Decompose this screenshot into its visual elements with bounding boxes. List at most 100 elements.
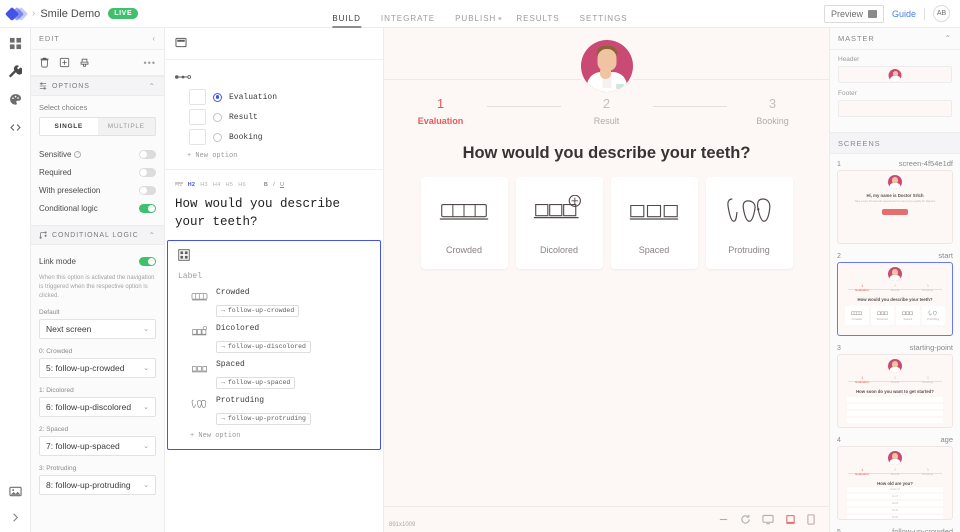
block-choice-selected[interactable]: Label Crowded → follow-up-crowded Dicolo… xyxy=(167,240,381,451)
block-heading[interactable]: H1 H2 H3 H4 H5 H6 B I U How would you de… xyxy=(165,170,383,240)
choice-mode-multiple[interactable]: MULTIPLE xyxy=(98,118,156,135)
bold-button[interactable]: B xyxy=(264,182,268,188)
desktop-view-icon[interactable] xyxy=(762,514,774,525)
progress-option-row[interactable]: Result xyxy=(189,109,373,125)
code-icon[interactable] xyxy=(8,120,22,134)
block-progress[interactable]: Evaluation Result Booking + New option xyxy=(165,60,383,170)
choice-option-name[interactable]: Protruding xyxy=(216,396,311,405)
screen-item[interactable]: 2 start 1 Evaluation 2 Result 3 Booking How… xyxy=(837,251,953,336)
radio-evaluation[interactable] xyxy=(213,92,222,102)
conditional-logic-section-header[interactable]: CONDITIONAL LOGIC ⌃ xyxy=(31,225,164,245)
brush-icon[interactable] xyxy=(79,57,90,68)
heading-level-h4[interactable]: H4 xyxy=(213,182,221,188)
guide-link[interactable]: Guide xyxy=(892,9,916,19)
choice-option-link[interactable]: → follow-up-discolored xyxy=(216,340,311,353)
master-header-preview[interactable] xyxy=(838,66,952,83)
screen-item[interactable]: 1 screen-4f54e1df Hi, my name is Doctor … xyxy=(837,159,953,244)
heading-level-h6[interactable]: H6 xyxy=(238,182,246,188)
screen-thumbnail[interactable]: 1 Evaluation 2 Result 3 Booking How soon do… xyxy=(837,354,953,428)
app-logo[interactable] xyxy=(0,6,32,21)
preselection-toggle[interactable] xyxy=(139,185,156,195)
palette-icon[interactable] xyxy=(8,92,22,106)
choice-option-link[interactable]: → follow-up-protruding xyxy=(216,412,311,425)
radio-result[interactable] xyxy=(213,112,222,122)
master-footer-preview[interactable] xyxy=(838,100,952,117)
duplicate-icon[interactable] xyxy=(59,57,70,68)
master-section-header[interactable]: MASTER ⌃ xyxy=(830,28,960,50)
heading-text-input[interactable]: How would you describe your teeth? xyxy=(175,195,373,231)
default-screen-select[interactable]: Next screen ⌄ xyxy=(39,319,156,339)
screens-section-header[interactable]: SCREENS xyxy=(830,132,960,154)
underline-button[interactable]: U xyxy=(280,182,284,188)
refresh-icon[interactable] xyxy=(740,514,751,525)
step-result[interactable]: 2 Result xyxy=(561,96,653,126)
heading-level-h5[interactable]: H5 xyxy=(226,182,234,188)
info-icon[interactable]: ? xyxy=(74,150,82,158)
screen-thumbnail[interactable]: 1 Evaluation 2 Result 3 Booking How old are… xyxy=(837,446,953,520)
progress-option-row[interactable]: Booking xyxy=(189,129,373,145)
progress-option-row[interactable]: Evaluation xyxy=(189,89,373,105)
choice-option-name[interactable]: Dicolored xyxy=(216,324,311,333)
card-discolored[interactable]: Dicolored xyxy=(515,176,603,269)
card-crowded[interactable]: Crowded xyxy=(420,176,508,269)
tab-publish[interactable]: PUBLISH xyxy=(455,14,502,28)
step-booking[interactable]: 3 Booking xyxy=(727,96,819,126)
screen-item[interactable]: 5 follow-up-crowded How old are you? xyxy=(837,527,953,532)
choice-option-name[interactable]: Spaced xyxy=(216,360,295,369)
canvas-question-title: How would you describe your teeth? xyxy=(462,143,751,162)
choice-option-name[interactable]: Crowded xyxy=(216,288,299,297)
mapping-select-3[interactable]: 8: follow-up-protruding ⌄ xyxy=(39,475,156,495)
mobile-view-icon[interactable] xyxy=(807,514,815,525)
block-header[interactable] xyxy=(165,28,383,60)
mapping-select-0[interactable]: 5: follow-up-crowded ⌄ xyxy=(39,358,156,378)
step-evaluation[interactable]: 1 Evaluation xyxy=(395,96,487,126)
choice-option-row[interactable]: Spaced → follow-up-spaced xyxy=(178,360,370,389)
tab-build[interactable]: BUILD xyxy=(332,14,361,28)
conditional-logic-chevron-icon[interactable]: ⌃ xyxy=(148,231,156,240)
radio-booking[interactable] xyxy=(213,132,222,142)
choice-option-link[interactable]: → follow-up-spaced xyxy=(216,376,296,389)
screen-item[interactable]: 3 starting-point 1 Evaluation 2 Result 3 Bo… xyxy=(837,343,953,428)
more-options-icon[interactable]: ••• xyxy=(144,58,156,68)
sensitive-toggle[interactable] xyxy=(139,149,156,159)
options-chevron-icon[interactable]: ⌃ xyxy=(148,82,156,91)
project-title[interactable]: Smile Demo xyxy=(40,8,100,20)
media-icon[interactable] xyxy=(8,484,22,498)
required-toggle[interactable] xyxy=(139,167,156,177)
tab-settings[interactable]: SETTINGS xyxy=(580,14,628,28)
minus-icon[interactable] xyxy=(718,514,729,525)
blocks-icon[interactable] xyxy=(8,36,22,50)
screen-thumbnail-selected[interactable]: 1 Evaluation 2 Result 3 Booking How would y… xyxy=(837,262,953,336)
add-progress-option-button[interactable]: + New option xyxy=(187,152,373,160)
choice-option-link[interactable]: → follow-up-crowded xyxy=(216,304,300,317)
master-chevron-icon[interactable]: ⌃ xyxy=(944,34,952,43)
choice-option-row[interactable]: Crowded → follow-up-crowded xyxy=(178,288,370,317)
avatar[interactable]: AB xyxy=(933,5,950,22)
tab-integrate[interactable]: INTEGRATE xyxy=(381,14,435,28)
mapping-select-2[interactable]: 7: follow-up-spaced ⌄ xyxy=(39,436,156,456)
delete-icon[interactable] xyxy=(39,57,50,68)
options-section-header[interactable]: OPTIONS ⌃ xyxy=(31,76,164,96)
screens-list[interactable]: 1 screen-4f54e1df Hi, my name is Doctor … xyxy=(830,154,960,532)
tablet-view-icon[interactable] xyxy=(785,514,796,525)
collapse-panel-icon[interactable]: ‹ xyxy=(152,34,156,43)
wrench-icon[interactable] xyxy=(8,64,22,78)
tab-results[interactable]: RESULTS xyxy=(516,14,559,28)
choice-mode-single[interactable]: SINGLE xyxy=(40,118,98,135)
choice-option-row[interactable]: Protruding → follow-up-protruding xyxy=(178,396,370,425)
card-spaced[interactable]: Spaced xyxy=(610,176,698,269)
mapping-select-1[interactable]: 6: follow-up-discolored ⌄ xyxy=(39,397,156,417)
screen-thumbnail[interactable]: Hi, my name is Doctor Srlch Take a free … xyxy=(837,170,953,244)
choice-option-row[interactable]: Dicolored → follow-up-discolored xyxy=(178,324,370,353)
heading-level-h3[interactable]: H3 xyxy=(200,182,208,188)
conditional-logic-toggle[interactable] xyxy=(139,203,156,213)
add-choice-option-button[interactable]: + New option xyxy=(190,432,370,440)
expand-right-icon[interactable] xyxy=(8,510,22,524)
italic-button[interactable]: I xyxy=(273,182,275,188)
preview-button[interactable]: Preview xyxy=(823,4,884,23)
link-mode-toggle[interactable] xyxy=(139,256,156,266)
card-protruding[interactable]: Protruding xyxy=(705,176,793,269)
heading-level-h2[interactable]: H2 xyxy=(188,182,196,188)
canvas-footer-toolbar xyxy=(384,506,829,532)
screen-item[interactable]: 4 age 1 Evaluation 2 Result 3 Booking How o… xyxy=(837,435,953,520)
